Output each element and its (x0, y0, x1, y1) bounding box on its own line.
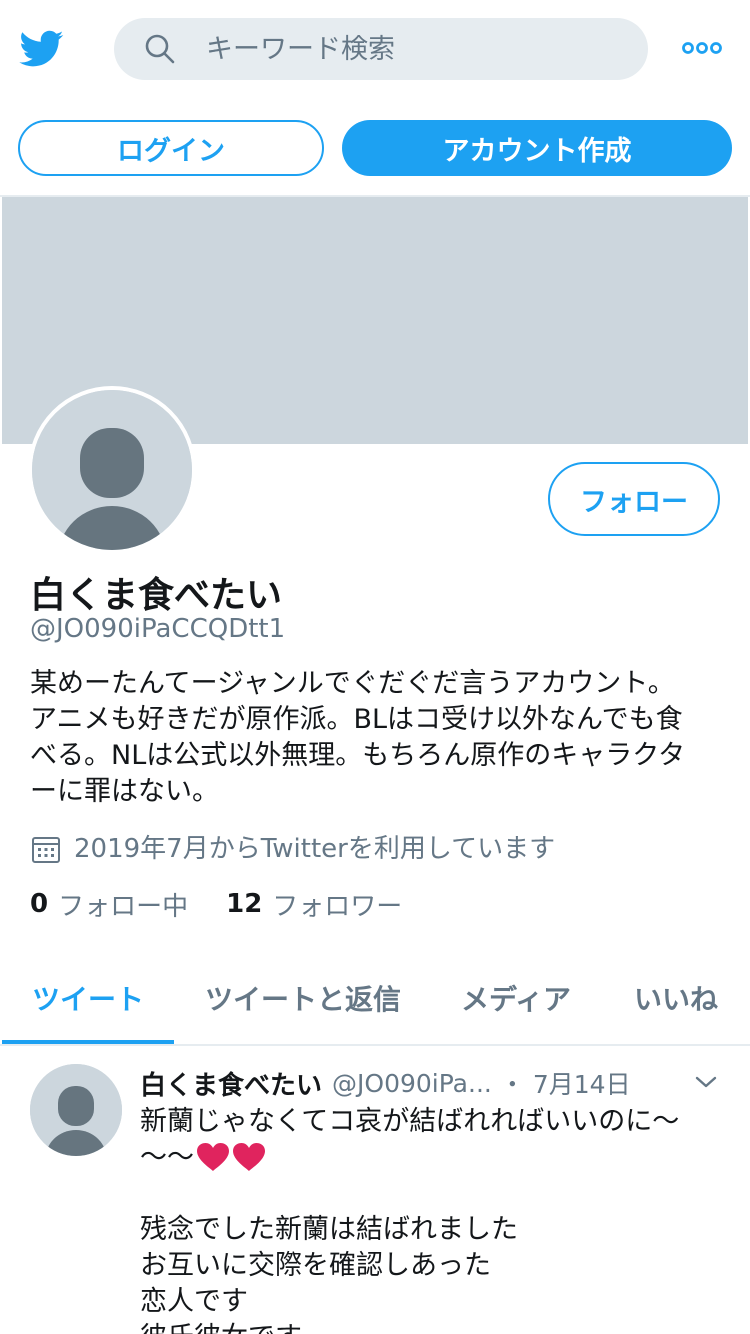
tweet-author-name[interactable]: 白くま食べたい (140, 1066, 322, 1101)
profile-name: 白くま食べたい (30, 575, 283, 616)
following-label[interactable]: フォロー中 (58, 886, 188, 923)
tab-tweets-replies[interactable]: ツイートと返信 (205, 966, 401, 1044)
login-button[interactable]: ログイン (18, 120, 324, 176)
search-icon (145, 34, 175, 64)
tweet-line: ～～ (140, 1142, 194, 1173)
tweet-date[interactable]: 7月14日 (533, 1066, 631, 1100)
bio-line: 某めーたんてージャンルでぐだぐだ言うアカウント。 (30, 668, 675, 699)
tweet-author-handle[interactable]: @JO090iPa... (332, 1069, 492, 1098)
followers-label[interactable]: フォロワー (272, 886, 402, 923)
tweet-line: 彼氏彼女です (140, 1320, 730, 1334)
calendar-icon (32, 837, 60, 863)
tweet-header: 白くま食べたい @JO090iPa... ・ 7月14日 (140, 1066, 700, 1101)
joined-date: 2019年7月からTwitterを利用しています (30, 826, 555, 866)
tweet-line-hearts: ～～ (140, 1140, 730, 1176)
follow-button[interactable]: フォロー (548, 462, 720, 536)
tweet-avatar[interactable] (30, 1064, 122, 1156)
profile-bio: 某めーたんてージャンルでぐだぐだ言うアカウント。 アニメも好きだが原作派。BLは… (30, 666, 720, 810)
tab-tweets[interactable]: ツイート (32, 966, 144, 1044)
tweet-text: 新蘭じゃなくてコ哀が結ばれればいいのに～ ～～ 残念でした新蘭は結ばれました お… (140, 1104, 730, 1334)
tweet-line: お互いに交際を確認しあった (140, 1250, 491, 1281)
heart-emoji-icon (233, 1143, 265, 1171)
joined-text: 2019年7月からTwitterを利用しています (74, 833, 556, 864)
profile-tabs: ツイート ツイートと返信 メディア いいね (0, 966, 750, 1046)
default-avatar-icon (32, 390, 192, 550)
tab-media[interactable]: メディア (461, 966, 571, 1044)
signup-button[interactable]: アカウント作成 (342, 120, 732, 176)
tweet-line (140, 1176, 730, 1212)
default-avatar-icon (30, 1064, 122, 1156)
tweet-line: 新蘭じゃなくてコ哀が結ばれればいいのに～ (140, 1106, 680, 1137)
more-dots-icon[interactable] (682, 38, 722, 58)
profile-avatar[interactable] (28, 386, 196, 554)
bio-line: アニメも好きだが原作派。BLはコ受け以外なんでも食 (30, 704, 683, 735)
bio-line: べる。NLは公式以外無理。もちろん原作のキャラクタ (30, 740, 686, 771)
twitter-bird-icon[interactable] (18, 26, 66, 70)
tweet-item[interactable]: 白くま食べたい @JO090iPa... ・ 7月14日 新蘭じゃなくてコ哀が結… (0, 1046, 750, 1334)
profile-handle: @JO090iPaCCQDtt1 (30, 614, 286, 644)
follow-stats: 0 フォロー中 12 フォロワー (30, 884, 402, 924)
followers-count[interactable]: 12 (226, 889, 262, 919)
tab-likes[interactable]: いいね (634, 966, 718, 1044)
top-bar (0, 0, 750, 100)
chevron-down-icon[interactable] (694, 1074, 718, 1090)
heart-emoji-icon (197, 1143, 229, 1171)
tweet-separator: ・ (499, 1070, 525, 1099)
tweet-line: 恋人です (140, 1286, 248, 1317)
bio-line: ーに罪はない。 (30, 776, 219, 807)
search-box[interactable] (114, 18, 648, 80)
search-input[interactable] (206, 18, 626, 80)
following-count[interactable]: 0 (30, 889, 48, 919)
tweet-line: 残念でした新蘭は結ばれました (140, 1214, 518, 1245)
